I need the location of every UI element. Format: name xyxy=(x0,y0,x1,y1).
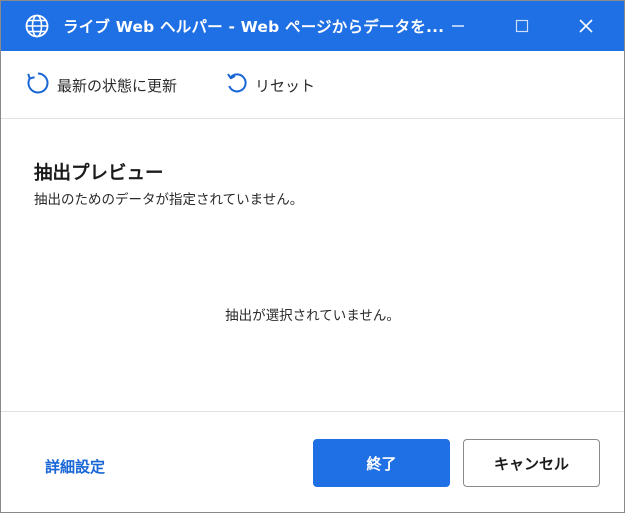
close-icon xyxy=(578,18,594,34)
minimize-icon xyxy=(451,19,465,33)
cancel-button[interactable]: キャンセル xyxy=(463,439,600,487)
dialog-footer: 詳細設定 終了 キャンセル xyxy=(1,411,624,512)
window-title: ライブ Web ヘルパー - Web ページからデータを... xyxy=(63,18,445,36)
reset-button[interactable]: リセット xyxy=(225,71,315,99)
extraction-preview-subtitle: 抽出のためのデータが指定されていません。 xyxy=(34,192,304,208)
minimize-button[interactable] xyxy=(430,1,486,51)
refresh-button[interactable]: 最新の状態に更新 xyxy=(25,71,177,99)
refresh-icon xyxy=(25,70,57,100)
advanced-settings-link[interactable]: 詳細設定 xyxy=(45,456,105,477)
maximize-icon xyxy=(515,19,529,33)
toolbar: 最新の状態に更新 リセット xyxy=(1,51,624,119)
title-bar[interactable]: ライブ Web ヘルパー - Web ページからデータを... xyxy=(1,1,624,51)
empty-state-message: 抽出が選択されていません。 xyxy=(225,308,400,324)
extraction-preview-title: 抽出プレビュー xyxy=(34,163,164,184)
live-web-helper-window: ライブ Web ヘルパー - Web ページからデータを... 最新の状態に更新… xyxy=(0,0,625,513)
reset-label: リセット xyxy=(255,76,316,95)
finish-button[interactable]: 終了 xyxy=(313,439,450,487)
undo-icon xyxy=(225,71,255,99)
globe-icon xyxy=(24,13,50,39)
close-button[interactable] xyxy=(558,1,614,51)
maximize-button[interactable] xyxy=(494,1,550,51)
refresh-label: 最新の状態に更新 xyxy=(57,76,178,95)
